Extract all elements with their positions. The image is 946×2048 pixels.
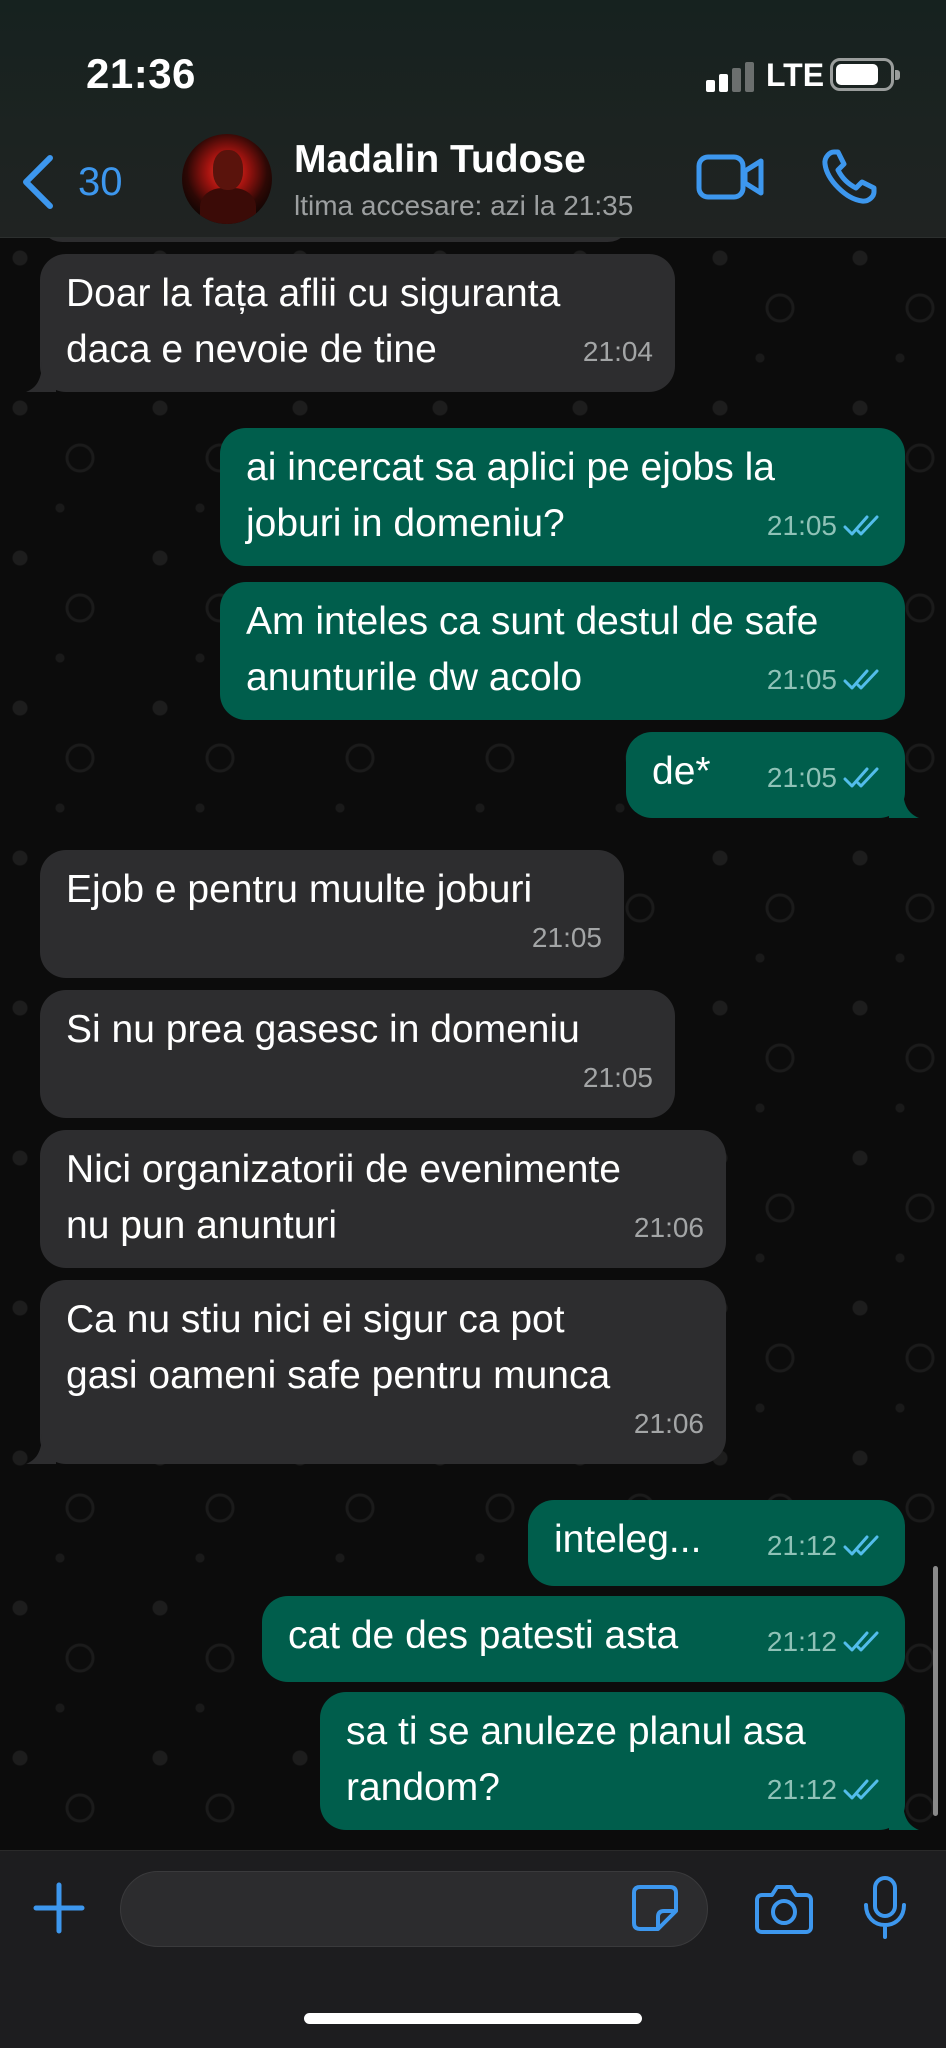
message-time: 21:12 <box>766 1774 837 1805</box>
outgoing-message[interactable]: ai incercat sa aplici pe ejobs la joburi… <box>220 428 905 566</box>
camera-icon[interactable] <box>754 1881 814 1937</box>
message-text-line: Ca nu stiu nici ei sigur ca pot <box>66 1298 565 1341</box>
message-time: 21:05 <box>531 922 602 953</box>
message-time: 21:12 <box>766 1530 837 1561</box>
message-text-line: gasi oameni safe pentru munca <box>66 1354 611 1397</box>
last-seen-status: ltima accesare: azi la 21:35 <box>294 190 634 221</box>
back-chevron-icon <box>23 155 53 209</box>
incoming-message[interactable]: Si nu prea gasesc in domeniu 21:05 <box>40 990 675 1118</box>
read-receipt-icon <box>843 669 879 690</box>
message-text-line: Am inteles ca sunt destul de safe <box>246 600 819 643</box>
message-text-line: daca e nevoie de tine <box>66 328 437 371</box>
phone-call-icon[interactable] <box>820 148 878 206</box>
contact-name[interactable]: Madalin Tudose <box>294 138 586 182</box>
message-text-line: ai incercat sa aplici pe ejobs la <box>246 446 775 489</box>
message-time: 21:12 <box>766 1626 837 1657</box>
bubble-tail <box>26 1434 56 1464</box>
bubble-tail <box>26 362 56 392</box>
bubble-tail <box>889 1800 919 1830</box>
scroll-indicator[interactable] <box>933 1566 938 1816</box>
signal-icon <box>706 62 754 92</box>
message-time: 21:05 <box>766 762 837 793</box>
message-text-line: Nici organizatorii de evenimente <box>66 1148 621 1191</box>
message-time: 21:04 <box>582 336 653 367</box>
message-time: 21:06 <box>633 1408 704 1439</box>
sticker-icon[interactable] <box>630 1883 680 1933</box>
outgoing-message[interactable]: Am inteles ca sunt destul de safe anuntu… <box>220 582 905 720</box>
bubble-tail <box>889 788 919 818</box>
battery-icon <box>830 58 900 91</box>
message-text-line: Si nu prea gasesc in domeniu <box>66 1008 580 1051</box>
message-time: 21:05 <box>766 664 837 695</box>
outgoing-message[interactable]: de* 21:05 <box>626 732 919 818</box>
chat-header: 21:36 LTE 30 Madalin Tudose ltima accesa… <box>0 0 946 238</box>
outgoing-message[interactable]: sa ti se anuleze planul asa random? 21:1… <box>320 1692 919 1830</box>
outgoing-message[interactable]: inteleg... 21:12 <box>528 1500 905 1586</box>
read-receipt-icon <box>843 1779 879 1800</box>
unread-count: 30 <box>78 159 123 204</box>
microphone-icon[interactable] <box>862 1875 908 1941</box>
read-receipt-icon <box>843 515 879 536</box>
read-receipt-icon <box>843 767 879 788</box>
incoming-message[interactable]: Doar la fața aflii cu siguranta daca e n… <box>26 254 675 392</box>
home-indicator[interactable] <box>304 2013 642 2024</box>
network-type: LTE <box>766 57 825 93</box>
outgoing-message[interactable]: cat de des patesti asta 21:12 <box>262 1596 905 1682</box>
message-input[interactable] <box>120 1871 708 1947</box>
message-time: 21:05 <box>766 510 837 541</box>
read-receipt-icon <box>843 1535 879 1556</box>
message-list[interactable]: Doar la fața aflii cu siguranta daca e n… <box>0 238 946 1850</box>
incoming-message[interactable]: Nici organizatorii de evenimente nu pun … <box>40 1130 726 1268</box>
message-text-line: Ejob e pentru muulte joburi <box>66 868 533 911</box>
message-text-line: sa ti se anuleze planul asa <box>346 1710 806 1753</box>
message-text-line: nu pun anunturi <box>66 1204 338 1247</box>
avatar[interactable] <box>182 134 272 224</box>
incoming-message[interactable]: Ejob e pentru muulte joburi 21:05 <box>40 850 624 978</box>
message-time: 21:05 <box>582 1062 653 1093</box>
plus-icon[interactable] <box>32 1881 86 1935</box>
back-button[interactable]: 30 <box>20 150 140 214</box>
incoming-message[interactable]: Ca nu stiu nici ei sigur ca pot gasi oam… <box>26 1280 726 1464</box>
message-text-line: Doar la fața aflii cu siguranta <box>66 272 561 315</box>
read-receipt-icon <box>843 1631 879 1652</box>
clipped-message <box>40 238 630 242</box>
status-time: 21:36 <box>86 50 196 97</box>
message-time: 21:06 <box>633 1212 704 1243</box>
video-call-icon[interactable] <box>696 152 764 202</box>
composer-bar <box>0 1850 946 2048</box>
